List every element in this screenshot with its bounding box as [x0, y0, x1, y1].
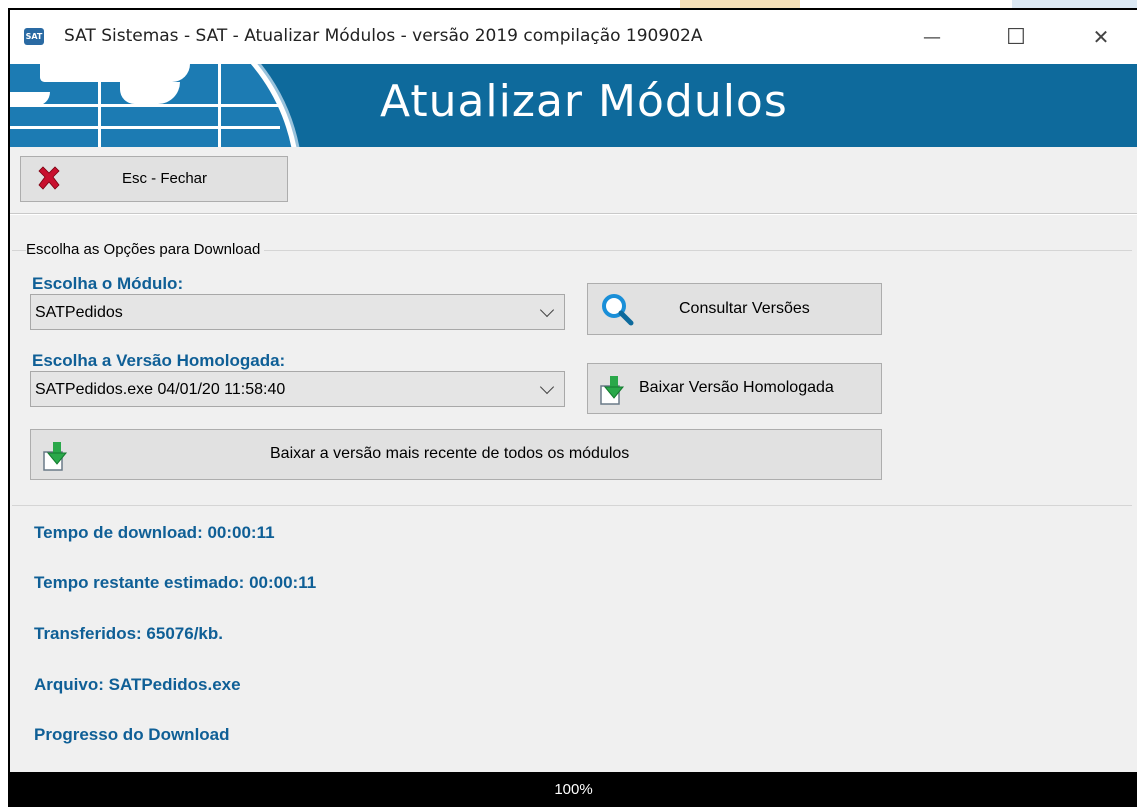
- app-icon: SAT: [24, 28, 44, 45]
- maximize-icon: ☐: [1006, 24, 1026, 50]
- minimize-icon: —: [923, 26, 941, 48]
- background-decoration: [680, 0, 800, 8]
- divider: [10, 214, 1137, 215]
- chevron-down-icon: [539, 379, 555, 395]
- remaining-time-text: Tempo restante estimado: 00:00:11: [34, 573, 317, 592]
- module-select[interactable]: SATPedidos: [30, 294, 565, 330]
- download-homologated-button[interactable]: Baixar Versão Homologada: [587, 363, 882, 414]
- module-select-value: SATPedidos: [35, 304, 123, 321]
- globe-gridline: [98, 64, 101, 147]
- close-x-icon: [38, 166, 60, 190]
- magnifier-icon: [602, 294, 634, 326]
- chevron-down-icon: [539, 302, 555, 318]
- download-time-text: Tempo de download: 00:00:11: [34, 523, 275, 542]
- window-title: SAT Sistemas - SAT - Atualizar Módulos -…: [64, 26, 703, 46]
- header-banner: Atualizar Módulos: [10, 64, 1137, 147]
- globe-gridline: [218, 64, 221, 147]
- background-decoration: [1012, 0, 1137, 8]
- download-homologated-label: Baixar Versão Homologada: [639, 379, 834, 396]
- close-button[interactable]: Esc - Fechar: [20, 156, 288, 202]
- download-all-label: Baixar a versão mais recente de todos os…: [270, 445, 630, 462]
- version-select[interactable]: SATPedidos.exe 04/01/20 11:58:40: [30, 371, 565, 407]
- banner-title: Atualizar Módulos: [380, 76, 788, 127]
- download-all-button[interactable]: Baixar a versão mais recente de todos os…: [30, 429, 882, 480]
- close-icon: ✕: [1092, 25, 1110, 49]
- module-label: Escolha o Módulo:: [32, 274, 184, 293]
- consult-versions-label: Consultar Versões: [679, 300, 810, 317]
- transferred-text: Transferidos: 65076/kb.: [34, 624, 223, 643]
- progress-percent-text: 100%: [554, 781, 593, 798]
- maximize-button[interactable]: ☐: [989, 10, 1043, 64]
- title-bar[interactable]: SAT SAT Sistemas - SAT - Atualizar Módul…: [10, 10, 1137, 64]
- minimize-button[interactable]: —: [905, 10, 959, 64]
- download-arrow-icon: [43, 442, 68, 471]
- consult-versions-button[interactable]: Consultar Versões: [587, 283, 882, 335]
- globe-gridline: [10, 126, 280, 129]
- version-select-value: SATPedidos.exe 04/01/20 11:58:40: [35, 381, 286, 398]
- close-button-label: Esc - Fechar: [122, 170, 208, 187]
- version-label: Escolha a Versão Homologada:: [32, 351, 286, 370]
- progress-label: Progresso do Download: [34, 725, 230, 744]
- file-name-text: Arquivo: SATPedidos.exe: [34, 675, 241, 694]
- globe-gridline: [10, 104, 280, 107]
- close-window-button[interactable]: ✕: [1074, 10, 1128, 64]
- group-title: Escolha as Opções para Download: [26, 241, 265, 258]
- download-arrow-icon: [600, 376, 625, 405]
- globe-land: [40, 64, 190, 82]
- download-progress-bar: 100%: [10, 772, 1137, 807]
- app-window: SAT SAT Sistemas - SAT - Atualizar Módul…: [8, 8, 1137, 807]
